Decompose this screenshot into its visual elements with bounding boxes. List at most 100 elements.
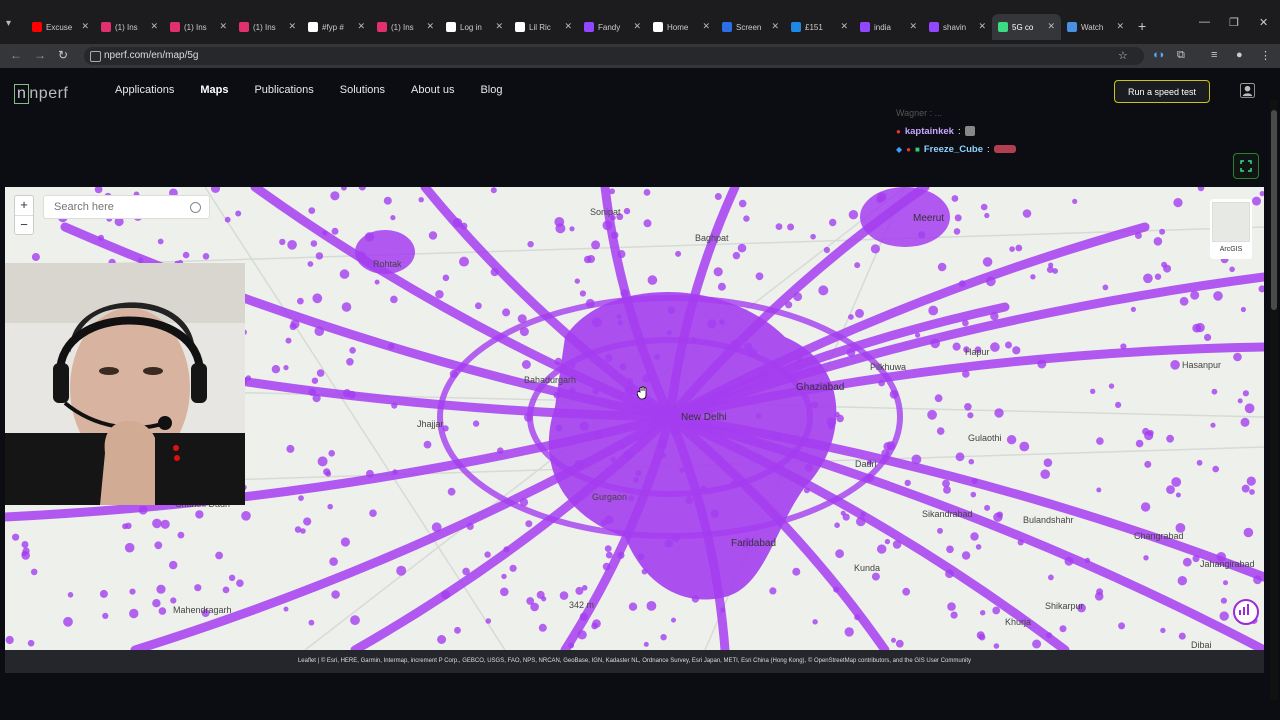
map-label: Kunda bbox=[854, 563, 881, 573]
browser-tab[interactable]: £151 ✕ bbox=[785, 14, 854, 40]
minimize-icon[interactable]: — bbox=[1199, 16, 1210, 28]
coverage-dot bbox=[604, 354, 613, 362]
window-close-icon[interactable]: ✕ bbox=[1259, 16, 1268, 29]
coverage-dot bbox=[570, 363, 576, 369]
run-speed-test-button[interactable]: Run a speed test bbox=[1114, 80, 1210, 103]
tab-close-icon[interactable]: ✕ bbox=[426, 21, 434, 32]
tab-close-icon[interactable]: ✕ bbox=[909, 21, 917, 32]
forward-icon[interactable]: → bbox=[34, 48, 46, 62]
coverage-dot bbox=[884, 538, 891, 545]
browser-tab[interactable]: (1) Ins ✕ bbox=[233, 14, 302, 40]
nav-link-applications[interactable]: Applications bbox=[115, 84, 174, 96]
search-icon[interactable] bbox=[190, 202, 201, 213]
coverage-dot bbox=[730, 339, 740, 350]
coverage-dot bbox=[930, 338, 940, 349]
extensions-puzzle-icon[interactable]: ⧉ bbox=[1177, 49, 1185, 62]
coverage-dot bbox=[303, 517, 312, 526]
zoom-out-button[interactable]: − bbox=[15, 215, 33, 235]
browser-tab[interactable]: (1) Ins ✕ bbox=[164, 14, 233, 40]
browser-tab[interactable]: Watch ✕ bbox=[1061, 14, 1130, 40]
browser-tab[interactable]: Excuse ✕ bbox=[26, 14, 95, 40]
coverage-dot bbox=[454, 626, 461, 634]
browser-tab[interactable]: shavin ✕ bbox=[923, 14, 992, 40]
coverage-dot bbox=[842, 513, 850, 521]
basemap-switcher[interactable]: ArcGIS bbox=[1210, 199, 1252, 259]
coverage-dot bbox=[883, 442, 892, 451]
extension-icon[interactable]: ◖◗ bbox=[1152, 49, 1165, 61]
browser-tab[interactable]: Fandy ✕ bbox=[578, 14, 647, 40]
browser-tab[interactable]: #fyp # ✕ bbox=[302, 14, 371, 40]
stats-bars-icon[interactable] bbox=[1233, 599, 1259, 625]
coverage-dot bbox=[241, 511, 251, 521]
coverage-dot bbox=[1108, 383, 1115, 389]
zoom-in-button[interactable]: + bbox=[15, 196, 33, 215]
tab-close-icon[interactable]: ✕ bbox=[219, 21, 227, 32]
nperf-logo[interactable]: n nperf bbox=[14, 84, 68, 104]
media-controls-icon[interactable]: ≡ bbox=[1211, 49, 1217, 61]
twitch-icon bbox=[929, 22, 939, 32]
tab-close-icon[interactable]: ✕ bbox=[702, 21, 710, 32]
reload-icon[interactable]: ↻ bbox=[58, 48, 68, 62]
nav-link-maps[interactable]: Maps bbox=[200, 84, 228, 96]
tab-close-icon[interactable]: ✕ bbox=[81, 21, 89, 32]
coverage-dot bbox=[990, 342, 1000, 352]
tab-label: (1) Ins bbox=[253, 22, 276, 32]
coverage-dot bbox=[927, 409, 937, 420]
tab-close-icon[interactable]: ✕ bbox=[978, 21, 986, 32]
coverage-dot bbox=[1084, 557, 1091, 564]
coverage-dot bbox=[501, 573, 507, 580]
nav-link-about-us[interactable]: About us bbox=[411, 84, 454, 96]
tab-close-icon[interactable]: ✕ bbox=[564, 21, 572, 32]
restore-icon[interactable]: ❐ bbox=[1229, 16, 1239, 29]
coverage-dot bbox=[1242, 390, 1249, 397]
coverage-dot bbox=[803, 487, 810, 494]
coverage-dot bbox=[1009, 246, 1015, 252]
fullscreen-button[interactable] bbox=[1233, 153, 1259, 179]
browser-tab[interactable]: Screen ✕ bbox=[716, 14, 785, 40]
coverage-dot bbox=[829, 218, 837, 227]
tab-close-icon[interactable]: ✕ bbox=[771, 21, 779, 32]
browser-tab[interactable]: (1) Ins ✕ bbox=[95, 14, 164, 40]
browser-tab[interactable]: 5G co ✕ bbox=[992, 14, 1061, 40]
new-tab-icon[interactable]: + bbox=[1138, 18, 1146, 34]
coverage-dot bbox=[502, 308, 511, 317]
profile-avatar-icon[interactable]: ● bbox=[1236, 49, 1243, 61]
coverage-dot bbox=[993, 643, 1000, 649]
browser-tab[interactable]: Home ✕ bbox=[647, 14, 716, 40]
back-icon[interactable]: ← bbox=[10, 48, 22, 62]
nav-link-blog[interactable]: Blog bbox=[480, 84, 502, 96]
tab-close-icon[interactable]: ✕ bbox=[288, 21, 296, 32]
page-scrollbar[interactable] bbox=[1270, 100, 1278, 700]
emote-icon bbox=[993, 145, 1016, 153]
browser-tab[interactable]: Lil Ric ✕ bbox=[509, 14, 578, 40]
tab-close-icon[interactable]: ✕ bbox=[840, 21, 848, 32]
user-account-icon[interactable] bbox=[1240, 83, 1255, 98]
chat-separator: : bbox=[986, 143, 990, 155]
site-info-icon[interactable] bbox=[90, 51, 101, 62]
coverage-dot bbox=[978, 633, 986, 641]
browser-tab[interactable]: Log in ✕ bbox=[440, 14, 509, 40]
scrollbar-thumb[interactable] bbox=[1271, 110, 1277, 310]
tab-close-icon[interactable]: ✕ bbox=[633, 21, 641, 32]
coverage-dot bbox=[1032, 639, 1042, 649]
coverage-dot bbox=[714, 193, 722, 200]
tab-close-icon[interactable]: ✕ bbox=[357, 21, 365, 32]
coverage-dot bbox=[1212, 465, 1219, 473]
url-field[interactable]: nperf.com/en/map/5g bbox=[84, 47, 1144, 65]
tab-close-icon[interactable]: ✕ bbox=[150, 21, 158, 32]
map-search-input[interactable] bbox=[52, 200, 186, 214]
tab-close-icon[interactable]: ✕ bbox=[1047, 21, 1055, 32]
tab-search-chevron-icon[interactable]: ▾ bbox=[6, 18, 20, 32]
browser-menu-icon[interactable]: ⋮ bbox=[1260, 49, 1271, 62]
tab-close-icon[interactable]: ✕ bbox=[1116, 21, 1124, 32]
bookmark-star-icon[interactable]: ☆ bbox=[1118, 49, 1128, 62]
nav-link-publications[interactable]: Publications bbox=[254, 84, 313, 96]
nav-link-solutions[interactable]: Solutions bbox=[340, 84, 385, 96]
browser-tab[interactable]: india ✕ bbox=[854, 14, 923, 40]
coverage-dot bbox=[27, 639, 35, 647]
coverage-dot bbox=[717, 282, 726, 291]
tab-close-icon[interactable]: ✕ bbox=[495, 21, 503, 32]
coverage-dot bbox=[574, 278, 580, 284]
coverage-dot bbox=[955, 452, 965, 462]
browser-tab[interactable]: (1) Ins ✕ bbox=[371, 14, 440, 40]
